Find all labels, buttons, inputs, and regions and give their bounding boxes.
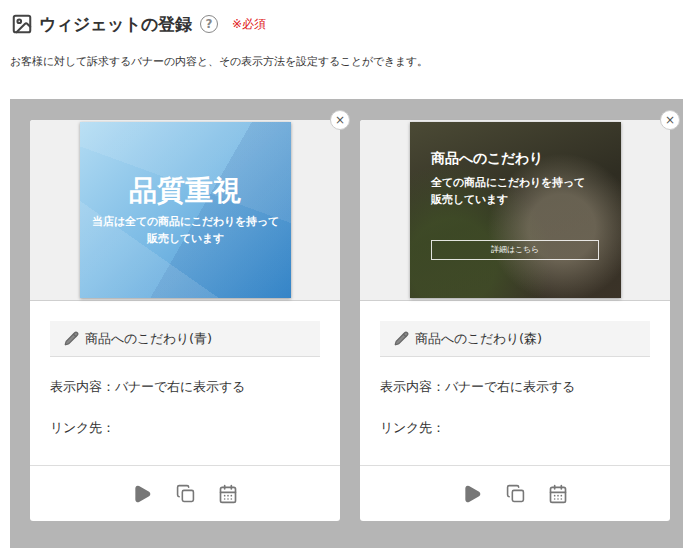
copy-icon (506, 484, 525, 503)
pencil-icon (64, 331, 79, 346)
banner-text: 全ての商品にこだわりを持って (431, 174, 585, 191)
banner-preview: 品質重視当店は全ての商品にこだわりを持って販売しています (30, 120, 340, 301)
close-button[interactable]: × (330, 110, 350, 130)
widget-card: ×商品へのこだわり全ての商品にこだわりを持って販売しています詳細はこちら商品への… (360, 120, 670, 521)
link-setting: リンク先： (50, 418, 320, 438)
link-setting: リンク先： (380, 418, 650, 438)
widget-name-text: 商品へのこだわり(青) (85, 330, 212, 348)
required-label: ※必須 (232, 16, 266, 33)
schedule-button[interactable] (548, 484, 568, 504)
section-title: ウィジェットの登録 (39, 13, 192, 36)
widget-name[interactable]: 商品へのこだわり(森) (380, 321, 650, 357)
play-icon (462, 484, 482, 504)
banner-button: 詳細はこちら (431, 240, 599, 260)
widget-body: 商品へのこだわり(森) 表示内容：バナーで右に表示するリンク先： (360, 301, 670, 466)
widget-actions (30, 466, 340, 521)
widget-body: 商品へのこだわり(青) 表示内容：バナーで右に表示するリンク先： (30, 301, 340, 466)
display-setting: 表示内容：バナーで右に表示する (380, 377, 650, 397)
banner-photo: 商品へのこだわり全ての商品にこだわりを持って販売しています詳細はこちら (410, 122, 621, 298)
close-button[interactable]: × (660, 110, 680, 130)
preview-button[interactable] (132, 484, 152, 504)
banner-preview: 商品へのこだわり全ての商品にこだわりを持って販売しています詳細はこちら (360, 120, 670, 301)
help-icon[interactable]: ? (200, 15, 218, 33)
widget-list: ×品質重視当店は全ての商品にこだわりを持って販売しています商品へのこだわり(青)… (10, 99, 683, 548)
page: ウィジェットの登録? ※必須お客様に対して訴求するバナーの内容と、その表示方法を設… (0, 0, 683, 548)
preview-button[interactable] (462, 484, 482, 504)
widget-card: ×品質重視当店は全ての商品にこだわりを持って販売しています商品へのこだわり(青)… (30, 120, 340, 521)
pencil-icon (394, 331, 409, 346)
section-header: ウィジェットの登録? ※必須 (0, 0, 683, 36)
copy-button[interactable] (175, 484, 195, 504)
schedule-button[interactable] (218, 484, 238, 504)
calendar-icon (548, 484, 568, 504)
banner-text: 販売しています (147, 230, 224, 247)
banner-blue: 品質重視当店は全ての商品にこだわりを持って販売しています (80, 122, 291, 298)
widget-name-text: 商品へのこだわり(森) (415, 330, 542, 348)
banner-text: 販売しています (431, 191, 508, 208)
display-setting: 表示内容：バナーで右に表示する (50, 377, 320, 397)
section-description: お客様に対して訴求するバナーの内容と、その表示方法を設定することができます。 (10, 54, 683, 70)
calendar-icon (218, 484, 238, 504)
banner-text: 当店は全ての商品にこだわりを持って (92, 213, 279, 230)
widget-actions (360, 466, 670, 521)
image-icon (11, 13, 33, 35)
widget-name[interactable]: 商品へのこだわり(青) (50, 321, 320, 357)
banner-heading: 商品へのこだわり (431, 148, 543, 168)
copy-icon (176, 484, 195, 503)
banner-heading: 品質重視 (129, 173, 241, 209)
copy-button[interactable] (505, 484, 525, 504)
play-icon (132, 484, 152, 504)
